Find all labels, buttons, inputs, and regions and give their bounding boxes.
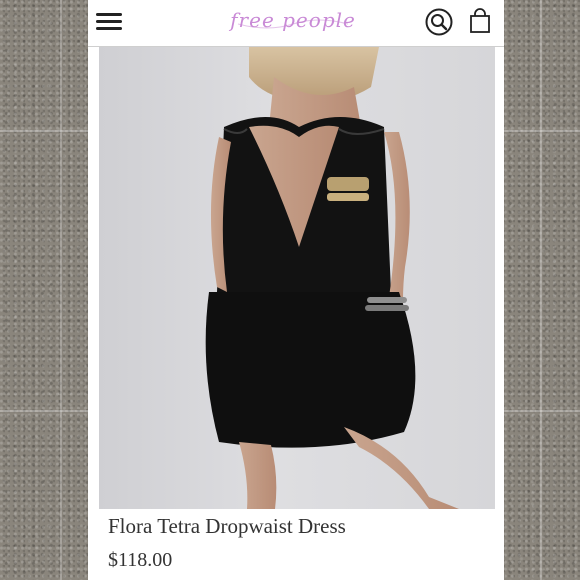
menu-button[interactable] xyxy=(96,9,124,35)
product-photo xyxy=(205,47,459,509)
brand-logo-script: free people xyxy=(228,8,356,32)
phone-screen: free people Flora Tetra Dropwaist Dress … xyxy=(88,0,504,580)
shopping-bag-icon xyxy=(470,8,490,33)
product-info: Flora Tetra Dropwaist Dress $118.00 xyxy=(108,512,488,574)
hamburger-menu-icon xyxy=(96,27,122,30)
tile-grout-line xyxy=(540,0,542,580)
hamburger-menu-icon xyxy=(96,20,122,23)
hamburger-menu-icon xyxy=(96,13,122,16)
tile-grout-line xyxy=(60,0,62,580)
search-button[interactable] xyxy=(424,7,454,37)
product-price: $118.00 xyxy=(108,549,173,571)
cart-button[interactable] xyxy=(469,8,491,34)
app-header: free people xyxy=(88,0,504,47)
brand-logo-text: free people xyxy=(228,8,356,32)
product-name[interactable]: Flora Tetra Dropwaist Dress xyxy=(108,512,488,540)
brand-logo[interactable]: free people xyxy=(228,2,358,38)
product-image[interactable] xyxy=(99,47,495,509)
search-icon xyxy=(425,8,453,36)
